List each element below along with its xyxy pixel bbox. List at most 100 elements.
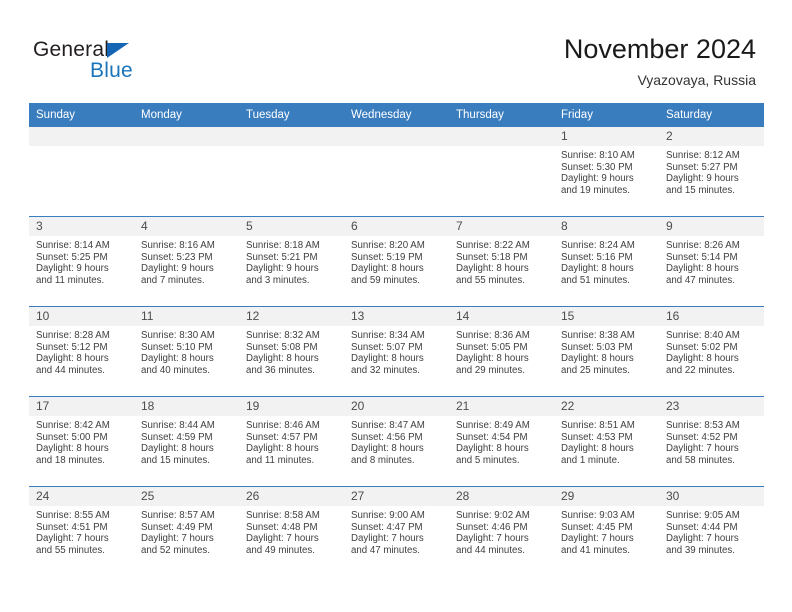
day-cell-inner: 23 Sunrise: 8:53 AM Sunset: 4:52 PM Dayligh…: [659, 397, 764, 486]
daylight-text-line1: Daylight: 8 hours: [456, 263, 529, 275]
day-cell-inner: [134, 127, 239, 216]
sunset-text: Sunset: 4:59 PM: [141, 431, 213, 443]
calendar-day-cell[interactable]: 5 Sunrise: 8:18 AM Sunset: 5:21 PM Daylight…: [239, 216, 344, 307]
weekday-header-monday: Monday: [134, 103, 239, 127]
day-number: 12: [239, 307, 344, 326]
day-details: Sunrise: 8:32 AM Sunset: 5:08 PM Daylight:…: [239, 326, 344, 376]
calendar-week-row: 24 Sunrise: 8:55 AM Sunset: 4:51 PM Dayligh…: [29, 486, 764, 576]
day-details: Sunrise: 8:46 AM Sunset: 4:57 PM Daylight:…: [239, 416, 344, 466]
day-number: 19: [239, 397, 344, 416]
day-cell-inner: 13 Sunrise: 8:34 AM Sunset: 5:07 PM Dayligh…: [344, 307, 449, 396]
daylight-text-line1: Daylight: 8 hours: [141, 443, 214, 455]
calendar-day-cell[interactable]: 14 Sunrise: 8:36 AM Sunset: 5:05 PM Dayligh…: [449, 306, 554, 397]
calendar-day-cell-empty: [449, 126, 554, 217]
daylight-text-line2: and 55 minutes.: [36, 544, 105, 556]
calendar-day-cell[interactable]: 2 Sunrise: 8:12 AM Sunset: 5:27 PM Daylight…: [659, 126, 764, 217]
day-cell-inner: 6 Sunrise: 8:20 AM Sunset: 5:19 PM Daylight…: [344, 217, 449, 306]
calendar-day-cell[interactable]: 15 Sunrise: 8:38 AM Sunset: 5:03 PM Dayligh…: [554, 306, 659, 397]
day-number: 14: [449, 307, 554, 326]
sunrise-text: Sunrise: 8:28 AM: [36, 330, 110, 341]
calendar-day-cell[interactable]: 3 Sunrise: 8:14 AM Sunset: 5:25 PM Daylight…: [29, 216, 134, 307]
calendar-day-cell[interactable]: 24 Sunrise: 8:55 AM Sunset: 4:51 PM Dayligh…: [29, 486, 134, 576]
daylight-text-line2: and 25 minutes.: [561, 364, 630, 376]
calendar-day-cell[interactable]: 30 Sunrise: 9:05 AM Sunset: 4:44 PM Dayligh…: [659, 486, 764, 576]
calendar-day-cell[interactable]: 7 Sunrise: 8:22 AM Sunset: 5:18 PM Daylight…: [449, 216, 554, 307]
day-number: 17: [29, 397, 134, 416]
day-number: [134, 127, 239, 146]
daylight-text-line1: Daylight: 9 hours: [666, 173, 739, 185]
sunrise-text: Sunrise: 8:36 AM: [456, 330, 530, 341]
calendar-day-cell[interactable]: 9 Sunrise: 8:26 AM Sunset: 5:14 PM Daylight…: [659, 216, 764, 307]
day-number: 4: [134, 217, 239, 236]
daylight-text-line2: and 11 minutes.: [36, 274, 105, 286]
sunset-text: Sunset: 4:47 PM: [351, 521, 423, 533]
calendar-day-cell[interactable]: 13 Sunrise: 8:34 AM Sunset: 5:07 PM Dayligh…: [344, 306, 449, 397]
day-details: Sunrise: 8:24 AM Sunset: 5:16 PM Daylight:…: [554, 236, 659, 286]
calendar-day-cell[interactable]: 6 Sunrise: 8:20 AM Sunset: 5:19 PM Daylight…: [344, 216, 449, 307]
daylight-text-line2: and 41 minutes.: [561, 544, 630, 556]
calendar-day-cell[interactable]: 12 Sunrise: 8:32 AM Sunset: 5:08 PM Dayligh…: [239, 306, 344, 397]
calendar-day-cell[interactable]: 8 Sunrise: 8:24 AM Sunset: 5:16 PM Daylight…: [554, 216, 659, 307]
day-cell-inner: 15 Sunrise: 8:38 AM Sunset: 5:03 PM Dayligh…: [554, 307, 659, 396]
day-details: Sunrise: 8:34 AM Sunset: 5:07 PM Daylight:…: [344, 326, 449, 376]
weekday-header-thursday: Thursday: [449, 103, 554, 127]
calendar-day-cell[interactable]: 26 Sunrise: 8:58 AM Sunset: 4:48 PM Dayligh…: [239, 486, 344, 576]
day-cell-inner: 2 Sunrise: 8:12 AM Sunset: 5:27 PM Daylight…: [659, 127, 764, 216]
calendar-page: General Blue November 2024 Vyazovaya, Ru…: [0, 0, 792, 612]
day-cell-inner: 19 Sunrise: 8:46 AM Sunset: 4:57 PM Dayligh…: [239, 397, 344, 486]
calendar-day-cell[interactable]: 10 Sunrise: 8:28 AM Sunset: 5:12 PM Dayligh…: [29, 306, 134, 397]
calendar-day-cell[interactable]: 28 Sunrise: 9:02 AM Sunset: 4:46 PM Dayligh…: [449, 486, 554, 576]
calendar-day-cell[interactable]: 1 Sunrise: 8:10 AM Sunset: 5:30 PM Daylight…: [554, 126, 659, 217]
daylight-text-line1: Daylight: 8 hours: [36, 443, 109, 455]
calendar-day-cell[interactable]: 4 Sunrise: 8:16 AM Sunset: 5:23 PM Daylight…: [134, 216, 239, 307]
calendar-day-cell[interactable]: 19 Sunrise: 8:46 AM Sunset: 4:57 PM Dayligh…: [239, 396, 344, 487]
calendar-day-cell[interactable]: 29 Sunrise: 9:03 AM Sunset: 4:45 PM Dayligh…: [554, 486, 659, 576]
day-details: Sunrise: 8:40 AM Sunset: 5:02 PM Daylight:…: [659, 326, 764, 376]
calendar-week-row: 1 Sunrise: 8:10 AM Sunset: 5:30 PM Daylight…: [29, 126, 764, 217]
day-cell-inner: 16 Sunrise: 8:40 AM Sunset: 5:02 PM Dayligh…: [659, 307, 764, 396]
calendar-day-cell[interactable]: 18 Sunrise: 8:44 AM Sunset: 4:59 PM Dayligh…: [134, 396, 239, 487]
daylight-text-line2: and 3 minutes.: [246, 274, 310, 286]
calendar-day-cell[interactable]: 25 Sunrise: 8:57 AM Sunset: 4:49 PM Dayligh…: [134, 486, 239, 576]
calendar-day-cell[interactable]: 27 Sunrise: 9:00 AM Sunset: 4:47 PM Dayligh…: [344, 486, 449, 576]
daylight-text-line1: Daylight: 9 hours: [36, 263, 109, 275]
day-details: Sunrise: 8:42 AM Sunset: 5:00 PM Daylight:…: [29, 416, 134, 466]
daylight-text-line2: and 55 minutes.: [456, 274, 525, 286]
daylight-text-line1: Daylight: 8 hours: [36, 353, 109, 365]
calendar-day-cell[interactable]: 20 Sunrise: 8:47 AM Sunset: 4:56 PM Dayligh…: [344, 396, 449, 487]
calendar-day-cell[interactable]: 17 Sunrise: 8:42 AM Sunset: 5:00 PM Dayligh…: [29, 396, 134, 487]
calendar-day-cell[interactable]: 11 Sunrise: 8:30 AM Sunset: 5:10 PM Dayligh…: [134, 306, 239, 397]
daylight-text-line2: and 29 minutes.: [456, 364, 525, 376]
calendar-day-cell-empty: [134, 126, 239, 217]
day-number: 2: [659, 127, 764, 146]
sunrise-text: Sunrise: 8:32 AM: [246, 330, 320, 341]
calendar-week-row: 17 Sunrise: 8:42 AM Sunset: 5:00 PM Dayligh…: [29, 396, 764, 487]
day-details: Sunrise: 8:30 AM Sunset: 5:10 PM Daylight:…: [134, 326, 239, 376]
calendar-day-cell[interactable]: 22 Sunrise: 8:51 AM Sunset: 4:53 PM Dayligh…: [554, 396, 659, 487]
day-cell-inner: 18 Sunrise: 8:44 AM Sunset: 4:59 PM Dayligh…: [134, 397, 239, 486]
day-number: 30: [659, 487, 764, 506]
calendar-day-cell[interactable]: 16 Sunrise: 8:40 AM Sunset: 5:02 PM Dayligh…: [659, 306, 764, 397]
day-details: Sunrise: 8:47 AM Sunset: 4:56 PM Daylight:…: [344, 416, 449, 466]
calendar-day-cell[interactable]: 21 Sunrise: 8:49 AM Sunset: 4:54 PM Dayligh…: [449, 396, 554, 487]
day-cell-inner: 26 Sunrise: 8:58 AM Sunset: 4:48 PM Dayligh…: [239, 487, 344, 576]
daylight-text-line2: and 44 minutes.: [36, 364, 105, 376]
daylight-text-line1: Daylight: 8 hours: [666, 353, 739, 365]
sunset-text: Sunset: 5:25 PM: [36, 251, 108, 263]
day-cell-inner: 30 Sunrise: 9:05 AM Sunset: 4:44 PM Dayligh…: [659, 487, 764, 576]
sunrise-text: Sunrise: 8:58 AM: [246, 510, 320, 521]
weekday-header-tuesday: Tuesday: [239, 103, 344, 127]
daylight-text-line2: and 32 minutes.: [351, 364, 420, 376]
sunrise-text: Sunrise: 8:55 AM: [36, 510, 110, 521]
day-details: Sunrise: 8:18 AM Sunset: 5:21 PM Daylight:…: [239, 236, 344, 286]
day-details: Sunrise: 9:05 AM Sunset: 4:44 PM Daylight:…: [659, 506, 764, 556]
calendar-day-cell[interactable]: 23 Sunrise: 8:53 AM Sunset: 4:52 PM Dayligh…: [659, 396, 764, 487]
day-number: 11: [134, 307, 239, 326]
day-cell-inner: [449, 127, 554, 216]
daylight-text-line1: Daylight: 8 hours: [456, 443, 529, 455]
daylight-text-line2: and 58 minutes.: [666, 454, 735, 466]
day-number: [449, 127, 554, 146]
day-number: 3: [29, 217, 134, 236]
general-blue-logo[interactable]: General Blue: [33, 38, 233, 90]
daylight-text-line1: Daylight: 8 hours: [351, 263, 424, 275]
